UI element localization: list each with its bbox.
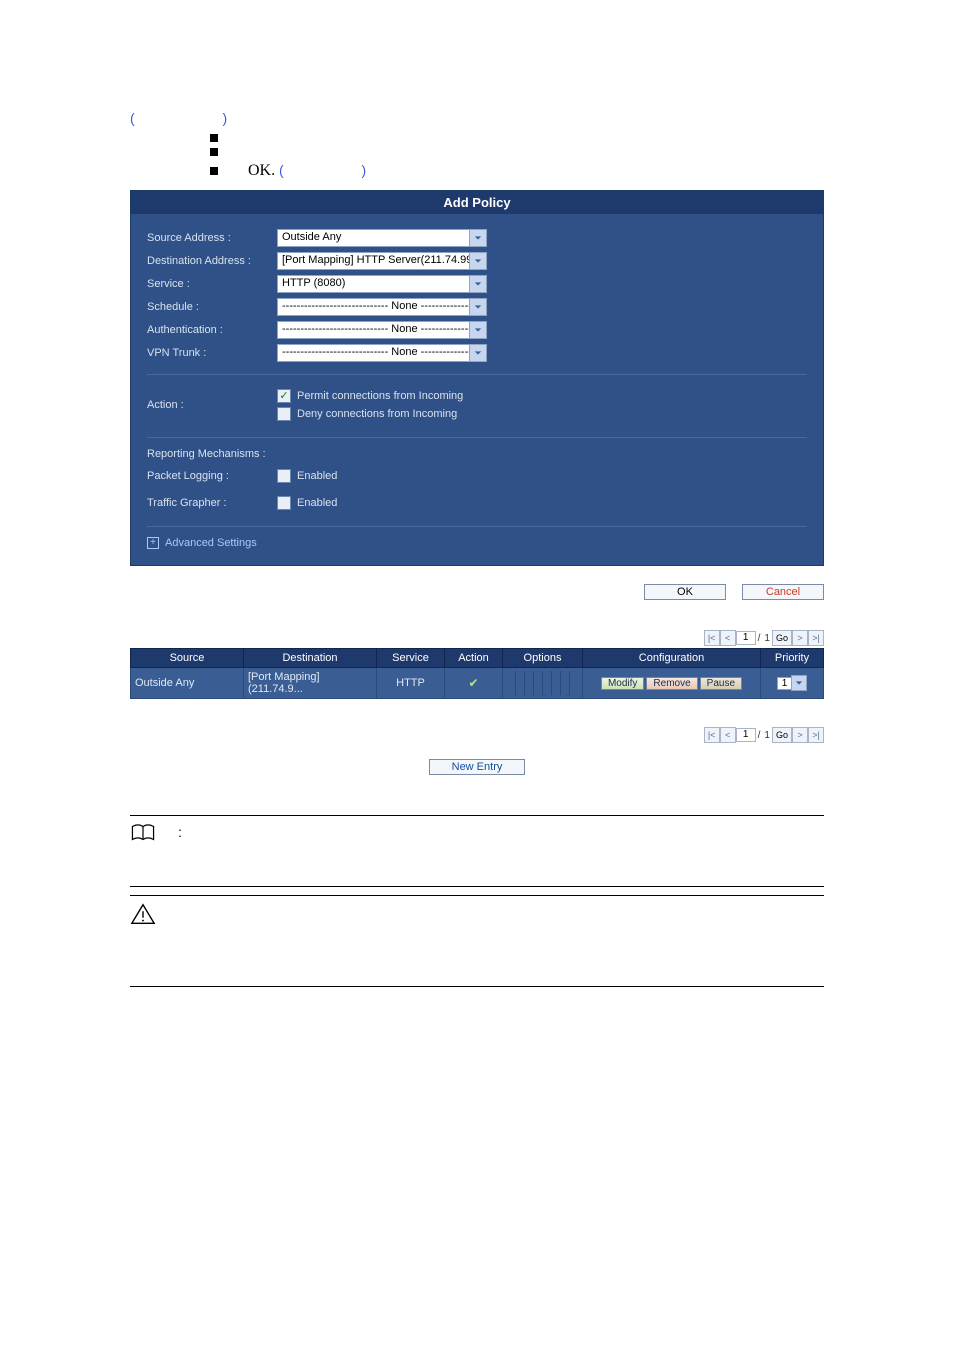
bullet-icon: [210, 134, 218, 142]
row-vpn-trunk: VPN Trunk : ----------------------------…: [147, 344, 807, 362]
th-source: Source: [131, 649, 244, 668]
chevron-down-icon[interactable]: [791, 675, 807, 691]
pager-page-input[interactable]: 1: [736, 728, 756, 742]
cell-destination: [Port Mapping](211.74.9...: [244, 668, 377, 699]
priority-select[interactable]: 1: [765, 675, 819, 691]
label-authentication: Authentication :: [147, 324, 277, 336]
bullet-text-3: OK. ( ): [248, 162, 366, 180]
add-policy-panel: Add Policy Source Address : Outside Any …: [130, 190, 824, 566]
cell-options: [503, 668, 583, 699]
checkbox-traffic-grapher[interactable]: [277, 496, 291, 510]
step-line: ( ): [130, 110, 824, 126]
row-schedule: Schedule : -----------------------------…: [147, 298, 807, 316]
warning-icon: [130, 902, 158, 926]
label-schedule: Schedule :: [147, 301, 277, 313]
cell-action: ✔: [445, 668, 503, 699]
cancel-button[interactable]: Cancel: [742, 584, 824, 600]
pager-top: |< < 1 / 1 Go > >|: [130, 630, 824, 646]
label-packet-logging: Packet Logging :: [147, 470, 277, 482]
pager-next-icon[interactable]: >: [792, 630, 808, 646]
pager-bottom: |< < 1 / 1 Go > >|: [130, 727, 824, 743]
row-authentication: Authentication : -----------------------…: [147, 321, 807, 339]
checkbox-deny[interactable]: [277, 407, 291, 421]
row-service: Service : HTTP (8080): [147, 275, 807, 293]
row-action: Action : Permit connections from Incomin…: [147, 385, 807, 425]
row-source-address: Source Address : Outside Any: [147, 229, 807, 247]
cell-priority: 1: [761, 668, 824, 699]
label-destination-address: Destination Address :: [147, 255, 277, 267]
note-book: :: [130, 822, 824, 887]
label-reporting: Reporting Mechanisms :: [147, 448, 266, 460]
traffic-grapher-enabled: Enabled: [297, 497, 337, 509]
pause-button[interactable]: Pause: [700, 677, 742, 690]
label-source-address: Source Address :: [147, 232, 277, 244]
th-configuration: Configuration: [583, 649, 761, 668]
row-reporting-heading: Reporting Mechanisms :: [147, 448, 807, 460]
chevron-down-icon[interactable]: [469, 321, 487, 339]
ok-button[interactable]: OK: [644, 584, 726, 600]
note-book-text: :: [178, 822, 182, 840]
bullet-icon: [210, 167, 218, 175]
pager-go-button[interactable]: Go: [772, 630, 792, 646]
advanced-settings-label: Advanced Settings: [165, 537, 257, 549]
chevron-down-icon[interactable]: [469, 344, 487, 362]
row-traffic-grapher: Traffic Grapher : Enabled: [147, 492, 807, 514]
cell-source: Outside Any: [131, 668, 244, 699]
pager-first-icon[interactable]: |<: [704, 727, 720, 743]
pager-last-icon[interactable]: >|: [808, 630, 824, 646]
select-vpn-trunk[interactable]: ----------------------------- None -----…: [277, 344, 487, 362]
permit-label: Permit connections from Incoming: [297, 390, 463, 402]
pager-page-input[interactable]: 1: [736, 631, 756, 645]
chevron-down-icon[interactable]: [469, 229, 487, 247]
advanced-settings-toggle[interactable]: + Advanced Settings: [147, 537, 807, 549]
label-traffic-grapher: Traffic Grapher :: [147, 497, 277, 509]
checkbox-permit[interactable]: [277, 389, 291, 403]
pager-prev-icon[interactable]: <: [720, 630, 736, 646]
cell-service: HTTP: [377, 668, 445, 699]
select-authentication[interactable]: ----------------------------- None -----…: [277, 321, 487, 339]
select-service[interactable]: HTTP (8080): [277, 275, 487, 293]
remove-button[interactable]: Remove: [646, 677, 697, 690]
th-priority: Priority: [761, 649, 824, 668]
book-icon: [130, 822, 158, 846]
ok-label: OK.: [248, 162, 275, 179]
pager-first-icon[interactable]: |<: [704, 630, 720, 646]
chevron-down-icon[interactable]: [469, 298, 487, 316]
policy-table: Source Destination Service Action Option…: [130, 648, 824, 699]
select-source-address[interactable]: Outside Any: [277, 229, 487, 247]
label-action: Action :: [147, 399, 277, 411]
select-schedule[interactable]: ----------------------------- None -----…: [277, 298, 487, 316]
checkbox-packet-logging[interactable]: [277, 469, 291, 483]
row-destination-address: Destination Address : [Port Mapping] HTT…: [147, 252, 807, 270]
bullet-icon: [210, 148, 218, 156]
select-destination-address[interactable]: [Port Mapping] HTTP Server(211.74.99.122…: [277, 252, 487, 270]
th-action: Action: [445, 649, 503, 668]
pager-prev-icon[interactable]: <: [720, 727, 736, 743]
th-options: Options: [503, 649, 583, 668]
chevron-down-icon[interactable]: [469, 252, 487, 270]
packet-logging-enabled: Enabled: [297, 470, 337, 482]
bullets-list: OK. ( ): [210, 134, 824, 180]
th-destination: Destination: [244, 649, 377, 668]
modify-button[interactable]: Modify: [601, 677, 644, 690]
label-vpn-trunk: VPN Trunk :: [147, 347, 277, 359]
plus-icon: +: [147, 537, 159, 549]
table-row[interactable]: Outside Any [Port Mapping](211.74.9... H…: [131, 668, 824, 699]
new-entry-button[interactable]: New Entry: [429, 759, 526, 775]
label-service: Service :: [147, 278, 277, 290]
th-service: Service: [377, 649, 445, 668]
panel-title: Add Policy: [131, 191, 823, 214]
pager-next-icon[interactable]: >: [792, 727, 808, 743]
note-warning: [130, 902, 824, 987]
chevron-down-icon[interactable]: [469, 275, 487, 293]
deny-label: Deny connections from Incoming: [297, 408, 457, 420]
pager-last-icon[interactable]: >|: [808, 727, 824, 743]
cell-configuration: Modify Remove Pause: [583, 668, 761, 699]
check-icon: ✔: [468, 676, 478, 690]
pager-go-button[interactable]: Go: [772, 727, 792, 743]
row-packet-logging: Packet Logging : Enabled: [147, 465, 807, 487]
